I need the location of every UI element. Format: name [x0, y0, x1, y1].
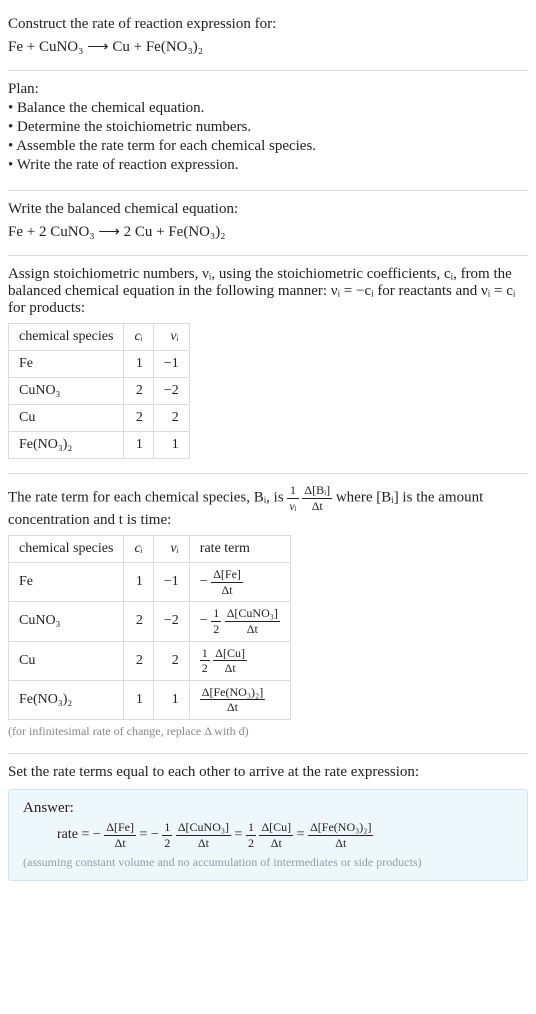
- final-section: Set the rate terms equal to each other t…: [8, 754, 528, 895]
- plan-item: Balance the chemical equation.: [8, 100, 528, 117]
- c-cell: 2: [124, 641, 153, 680]
- rateterm-cell: − Δ[Fe] Δt: [189, 563, 290, 602]
- species-cell: CuNO₃: [9, 602, 124, 641]
- table-header: rate term: [189, 536, 290, 563]
- c-cell: 1: [124, 563, 153, 602]
- answer-box: Answer: rate = − Δ[Fe] Δt = − 1 2 Δ[CuNO…: [8, 789, 528, 881]
- fraction: Δ[Fe(NO₃)₂] Δt: [200, 686, 265, 714]
- table-header-row: chemical species cᵢ νᵢ rate term: [9, 536, 291, 563]
- c-cell: 1: [124, 351, 153, 378]
- table-row: CuNO₃ 2 −2 − 1 2 Δ[CuNO₃] Δt: [9, 602, 291, 641]
- fraction-half: 1 2: [200, 647, 210, 675]
- fraction: Δ[Cu] Δt: [213, 647, 247, 675]
- species-cell: Fe: [9, 351, 124, 378]
- table-header: chemical species: [9, 324, 124, 351]
- balanced-section: Write the balanced chemical equation: Fe…: [8, 191, 528, 256]
- rateterm-table: chemical species cᵢ νᵢ rate term Fe 1 −1…: [8, 535, 291, 720]
- rateterm-cell: − 1 2 Δ[CuNO₃] Δt: [189, 602, 290, 641]
- rateterm-cell: 1 2 Δ[Cu] Δt: [189, 641, 290, 680]
- table-row: Fe(NO₃)₂ 1 1 Δ[Fe(NO₃)₂] Δt: [9, 680, 291, 719]
- c-cell: 1: [124, 432, 153, 459]
- species-cell: Fe(NO₃)₂: [9, 432, 124, 459]
- nu-cell: −2: [153, 378, 189, 405]
- plan-item: Write the rate of reaction expression.: [8, 157, 528, 174]
- table-header: νᵢ: [153, 324, 189, 351]
- stoich-section: Assign stoichiometric numbers, νᵢ, using…: [8, 256, 528, 474]
- rateterm-heading: The rate term for each chemical species,…: [8, 484, 528, 529]
- nu-cell: 2: [153, 641, 189, 680]
- fraction: Δ[Bᵢ] Δt: [302, 484, 332, 512]
- answer-label: Answer:: [23, 800, 513, 817]
- setequal-heading: Set the rate terms equal to each other t…: [8, 764, 528, 781]
- answer-expression: rate = − Δ[Fe] Δt = − 1 2 Δ[CuNO₃] Δt = …: [57, 821, 513, 849]
- stoich-table: chemical species cᵢ νᵢ Fe 1 −1 CuNO₃ 2 −…: [8, 323, 190, 459]
- table-header-row: chemical species cᵢ νᵢ: [9, 324, 190, 351]
- species-cell: Cu: [9, 405, 124, 432]
- table-caption: (for infinitesimal rate of change, repla…: [8, 724, 528, 739]
- rateterm-cell: Δ[Fe(NO₃)₂] Δt: [189, 680, 290, 719]
- nu-cell: 1: [153, 680, 189, 719]
- plan-label: Plan:: [8, 81, 528, 98]
- species-cell: CuNO₃: [9, 378, 124, 405]
- table-row: Cu 2 2 1 2 Δ[Cu] Δt: [9, 641, 291, 680]
- nu-cell: −2: [153, 602, 189, 641]
- species-cell: Cu: [9, 641, 124, 680]
- nu-cell: −1: [153, 351, 189, 378]
- fraction: 1 νᵢ: [287, 484, 298, 512]
- fraction-half: 1 2: [246, 821, 256, 849]
- table-row: CuNO₃ 2 −2: [9, 378, 190, 405]
- fraction: Δ[CuNO₃] Δt: [225, 607, 280, 635]
- unbalanced-equation: Fe + CuNO₃ ⟶ Cu + Fe(NO₃)₂: [8, 37, 528, 56]
- fraction-half: 1 2: [162, 821, 172, 849]
- plan-item: Assemble the rate term for each chemical…: [8, 138, 528, 155]
- c-cell: 2: [124, 378, 153, 405]
- nu-cell: 1: [153, 432, 189, 459]
- table-header: cᵢ: [124, 536, 153, 563]
- nu-cell: 2: [153, 405, 189, 432]
- fraction: Δ[Fe(NO₃)₂] Δt: [308, 821, 373, 849]
- table-row: Fe(NO₃)₂ 1 1: [9, 432, 190, 459]
- plan-section: Plan: Balance the chemical equation. Det…: [8, 71, 528, 191]
- table-row: Fe 1 −1: [9, 351, 190, 378]
- prompt-heading: Construct the rate of reaction expressio…: [8, 16, 528, 33]
- fraction: Δ[Fe] Δt: [104, 821, 136, 849]
- fraction: Δ[Cu] Δt: [259, 821, 293, 849]
- table-row: Cu 2 2: [9, 405, 190, 432]
- table-header: chemical species: [9, 536, 124, 563]
- prompt-section: Construct the rate of reaction expressio…: [8, 6, 528, 71]
- c-cell: 1: [124, 680, 153, 719]
- balanced-equation: Fe + 2 CuNO₃ ⟶ 2 Cu + Fe(NO₃)₂: [8, 222, 528, 241]
- nu-cell: −1: [153, 563, 189, 602]
- plan-item: Determine the stoichiometric numbers.: [8, 119, 528, 136]
- plan-list: Balance the chemical equation. Determine…: [8, 100, 528, 174]
- stoich-heading: Assign stoichiometric numbers, νᵢ, using…: [8, 266, 528, 317]
- answer-subnote: (assuming constant volume and no accumul…: [23, 855, 513, 870]
- c-cell: 2: [124, 405, 153, 432]
- species-cell: Fe: [9, 563, 124, 602]
- c-cell: 2: [124, 602, 153, 641]
- fraction: Δ[Fe] Δt: [211, 568, 243, 596]
- table-row: Fe 1 −1 − Δ[Fe] Δt: [9, 563, 291, 602]
- fraction-half: 1 2: [211, 607, 221, 635]
- table-header: νᵢ: [153, 536, 189, 563]
- rateterm-section: The rate term for each chemical species,…: [8, 474, 528, 754]
- fraction: Δ[CuNO₃] Δt: [176, 821, 231, 849]
- balanced-heading: Write the balanced chemical equation:: [8, 201, 528, 218]
- species-cell: Fe(NO₃)₂: [9, 680, 124, 719]
- table-header: cᵢ: [124, 324, 153, 351]
